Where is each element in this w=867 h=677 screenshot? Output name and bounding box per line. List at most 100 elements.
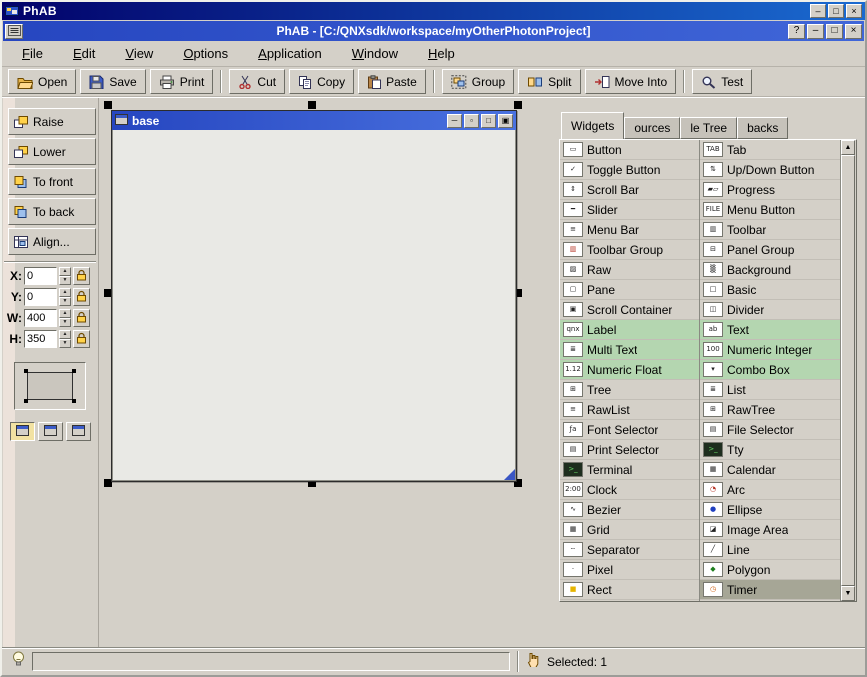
h-input[interactable] [24, 330, 57, 348]
palette-item-tty[interactable]: >_Tty [700, 440, 840, 460]
paste-button[interactable]: Paste [358, 69, 426, 94]
palette-item-menu-bar[interactable]: ≡Menu Bar [560, 220, 699, 240]
palette-item-pane[interactable]: ▢Pane [560, 280, 699, 300]
palette-item-timer[interactable]: ◷Timer [700, 580, 840, 600]
palette-item-rect[interactable]: ■Rect [560, 580, 699, 600]
mdi-minimize-button[interactable]: – [807, 24, 824, 39]
palette-item-scroll-bar[interactable]: ⇕Scroll Bar [560, 180, 699, 200]
stepper-down-button[interactable]: ▼ [59, 318, 71, 327]
tab-backs[interactable]: backs [737, 117, 788, 139]
palette-item-file-selector[interactable]: ▤File Selector [700, 420, 840, 440]
scroll-down-button[interactable]: ▼ [841, 586, 855, 601]
w-input[interactable] [24, 309, 57, 327]
palette-item-text[interactable]: abText [700, 320, 840, 340]
base-module-window[interactable]: base ─▫□▣ [111, 110, 517, 482]
palette-item-tree[interactable]: ⊞Tree [560, 380, 699, 400]
scroll-thumb[interactable] [841, 155, 855, 586]
mdi-restore-button[interactable]: □ [826, 24, 843, 39]
palette-item-toolbar[interactable]: ▥Toolbar [700, 220, 840, 240]
test-button[interactable]: Test [692, 69, 752, 94]
palette-item-combo-box[interactable]: ▾Combo Box [700, 360, 840, 380]
y-lock-button[interactable] [73, 288, 90, 306]
cut-button[interactable]: Cut [229, 69, 285, 94]
split-button[interactable]: Split [518, 69, 580, 94]
module-control-button[interactable]: □ [481, 114, 496, 128]
raise-button[interactable]: Raise [8, 108, 96, 135]
mdi-close-button[interactable]: × [845, 24, 862, 39]
palette-item-background[interactable]: ▒Background [700, 260, 840, 280]
view-mode-button-2[interactable] [38, 422, 63, 441]
module-body[interactable] [112, 130, 516, 481]
palette-item-toolbar-group[interactable]: ▥Toolbar Group [560, 240, 699, 260]
palette-item-image-area[interactable]: ◪Image Area [700, 520, 840, 540]
group-button[interactable]: Group [442, 69, 514, 94]
palette-item-progress[interactable]: ▰▱Progress [700, 180, 840, 200]
open-button[interactable]: Open [8, 69, 76, 94]
module-titlebar[interactable]: base ─▫□▣ [112, 111, 516, 130]
palette-item-label[interactable]: qnxLabel [560, 320, 699, 340]
close-button[interactable]: × [846, 4, 862, 18]
menu-view[interactable]: View [125, 46, 153, 61]
palette-item-polygon[interactable]: ◆Polygon [700, 560, 840, 580]
x-lock-button[interactable] [73, 267, 90, 285]
palette-item-calendar[interactable]: ▦Calendar [700, 460, 840, 480]
window-titlebar[interactable]: PhAB –□× [2, 2, 865, 20]
palette-item-line[interactable]: ╱Line [700, 540, 840, 560]
print-button[interactable]: Print [150, 69, 214, 94]
stepper-down-button[interactable]: ▼ [59, 339, 71, 348]
palette-scrollbar[interactable]: ▲ ▼ [840, 140, 855, 601]
palette-item-panel-group[interactable]: ⊟Panel Group [700, 240, 840, 260]
view-mode-button-3[interactable] [66, 422, 91, 441]
save-button[interactable]: Save [80, 69, 145, 94]
lower-button[interactable]: Lower [8, 138, 96, 165]
selection-handle-top-left[interactable] [104, 101, 112, 109]
mdi-menu-button[interactable] [5, 24, 23, 39]
selection-handle-top-middle[interactable] [308, 101, 316, 109]
palette-item-divider[interactable]: ◫Divider [700, 300, 840, 320]
stepper-down-button[interactable]: ▼ [59, 297, 71, 306]
to-back-button[interactable]: To back [8, 198, 96, 225]
scroll-up-button[interactable]: ▲ [841, 140, 855, 155]
align-button[interactable]: Align... [8, 228, 96, 255]
palette-item-menu-button[interactable]: FILEMenu Button [700, 200, 840, 220]
stepper-up-button[interactable]: ▲ [59, 330, 71, 339]
stepper-up-button[interactable]: ▲ [59, 267, 71, 276]
palette-item-rawlist[interactable]: ≡RawList [560, 400, 699, 420]
palette-item-scroll-container[interactable]: ▣Scroll Container [560, 300, 699, 320]
stepper-up-button[interactable]: ▲ [59, 288, 71, 297]
palette-item-ellipse[interactable]: ●Ellipse [700, 500, 840, 520]
palette-item-bezier[interactable]: ∿Bezier [560, 500, 699, 520]
stepper-up-button[interactable]: ▲ [59, 309, 71, 318]
palette-item-terminal[interactable]: >_Terminal [560, 460, 699, 480]
module-control-button[interactable]: ─ [447, 114, 462, 128]
tab-le-tree[interactable]: le Tree [680, 117, 737, 139]
menu-application[interactable]: Application [258, 46, 322, 61]
to-front-button[interactable]: To front [8, 168, 96, 195]
palette-item-slider[interactable]: ━Slider [560, 200, 699, 220]
palette-item-up-down-button[interactable]: ⇅Up/Down Button [700, 160, 840, 180]
status-message-field[interactable] [32, 652, 510, 671]
view-mode-button-1[interactable] [10, 422, 35, 441]
palette-item-rawtree[interactable]: ⊞RawTree [700, 400, 840, 420]
y-input[interactable] [24, 288, 57, 306]
palette-item-numeric-integer[interactable]: 100Numeric Integer [700, 340, 840, 360]
palette-item-list[interactable]: ≣List [700, 380, 840, 400]
palette-item-pixel[interactable]: ·Pixel [560, 560, 699, 580]
module-control-button[interactable]: ▣ [498, 114, 513, 128]
h-lock-button[interactable] [73, 330, 90, 348]
selection-handle-top-right[interactable] [514, 101, 522, 109]
minimize-button[interactable]: – [810, 4, 826, 18]
resize-grip[interactable] [504, 469, 515, 480]
x-input[interactable] [24, 267, 57, 285]
palette-item-clock[interactable]: 2:00Clock [560, 480, 699, 500]
palette-item-basic[interactable]: □Basic [700, 280, 840, 300]
design-canvas[interactable]: base ─▫□▣ [99, 98, 559, 647]
menu-window[interactable]: Window [352, 46, 398, 61]
menu-help[interactable]: Help [428, 46, 455, 61]
move-into-button[interactable]: Move Into [585, 69, 677, 94]
palette-item-arc[interactable]: ◔Arc [700, 480, 840, 500]
copy-button[interactable]: Copy [289, 69, 354, 94]
tab-ources[interactable]: ources [624, 117, 680, 139]
tab-widgets[interactable]: Widgets [561, 112, 624, 139]
palette-item-tab[interactable]: TABTab [700, 140, 840, 160]
